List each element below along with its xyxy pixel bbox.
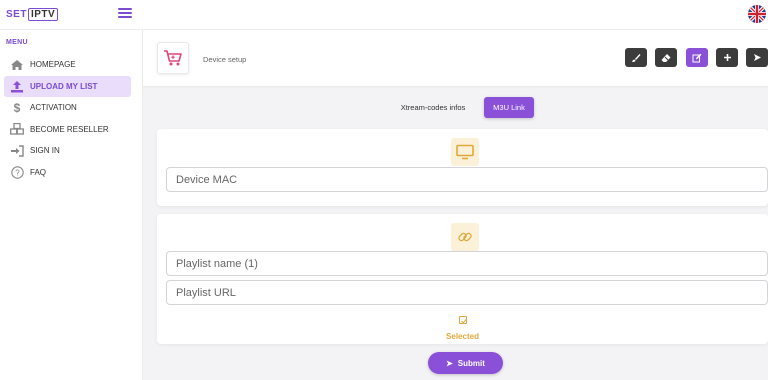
edit-button[interactable]: [686, 48, 708, 67]
monitor-icon: [451, 138, 479, 166]
sidebar-item-label: ACTIVATION: [30, 103, 77, 113]
send-arrow-icon: ➤: [446, 358, 453, 368]
device-mac-field[interactable]: [166, 167, 768, 192]
menu-title: MENU: [6, 39, 28, 46]
send-button[interactable]: [746, 48, 768, 67]
sidebar-item-upload-my-list[interactable]: UPLOAD MY LIST: [4, 75, 131, 97]
selected-label: Selected: [446, 332, 479, 341]
sign-in-icon: [10, 144, 24, 158]
sidebar-item-label: BECOME RESELLER: [30, 124, 109, 134]
upload-icon: [10, 79, 24, 93]
sidebar-item-label: UPLOAD MY LIST: [30, 81, 98, 91]
sidebar-item-sign-in[interactable]: SIGN IN: [4, 140, 131, 161]
boxes-icon: [10, 122, 24, 136]
submit-label: Submit: [457, 358, 485, 368]
sidebar-item-faq[interactable]: ? FAQ: [4, 162, 131, 183]
sidebar-item-activation[interactable]: $ ACTIVATION: [4, 97, 131, 118]
menu-toggle-icon[interactable]: [118, 8, 132, 18]
send-icon: [753, 54, 761, 61]
playlist-url-field[interactable]: [166, 280, 768, 305]
home-icon: [10, 58, 24, 72]
playlist-url-input[interactable]: [167, 281, 767, 304]
eraser-icon: [661, 53, 671, 62]
dollar-icon: $: [13, 100, 21, 115]
svg-text:?: ?: [15, 168, 20, 177]
eraser-button[interactable]: [655, 48, 677, 67]
brush-button[interactable]: [625, 48, 647, 67]
sidebar-item-label: FAQ: [30, 167, 47, 177]
question-icon: ?: [10, 165, 24, 179]
sidebar-item-label: SIGN IN: [30, 146, 60, 156]
top-bar: SET IPTV: [0, 0, 768, 30]
link-icon: [451, 223, 479, 251]
sidebar-item-homepage[interactable]: HOMEPAGE: [4, 54, 131, 75]
main-content: Device setup Xtream-codes infos M3U Link: [143, 30, 768, 380]
playlist-name-input[interactable]: [167, 252, 767, 275]
device-card: [157, 129, 768, 206]
tab-m3u-link[interactable]: M3U Link: [484, 97, 534, 118]
playlist-card: Selected: [157, 214, 768, 344]
page-header: Device setup: [143, 30, 768, 86]
sidebar-item-become-reseller[interactable]: BECOME RESELLER: [4, 119, 131, 140]
playlist-name-field[interactable]: [166, 251, 768, 276]
brand-logo[interactable]: SET IPTV: [6, 7, 59, 21]
sidebar-item-label: HOMEPAGE: [30, 60, 76, 69]
plus-icon: [723, 54, 731, 61]
cart-icon: [157, 42, 189, 74]
submit-button[interactable]: ➤ Submit: [428, 352, 503, 374]
device-mac-input[interactable]: [167, 168, 767, 191]
source-tabs: Xtream-codes infos M3U Link: [143, 97, 768, 119]
checkmark-icon: [460, 318, 467, 324]
uk-flag-icon[interactable]: [748, 5, 766, 23]
edit-icon: [692, 53, 702, 62]
selected-checkbox[interactable]: [458, 316, 467, 324]
brand-part-iptv: IPTV: [27, 7, 59, 21]
sidebar: MENU HOMEPAGE UPLOAD MY LIST $ ACTIVATIO…: [0, 30, 143, 380]
sidebar-nav: HOMEPAGE UPLOAD MY LIST $ ACTIVATION BEC…: [4, 54, 131, 184]
add-button[interactable]: [716, 48, 738, 67]
page-title: Device setup: [203, 55, 247, 64]
selected-group: Selected: [157, 311, 768, 341]
brand-part-set: SET: [6, 8, 27, 20]
tab-xtream-codes[interactable]: Xtream-codes infos: [393, 97, 473, 118]
brush-icon: [632, 53, 641, 62]
